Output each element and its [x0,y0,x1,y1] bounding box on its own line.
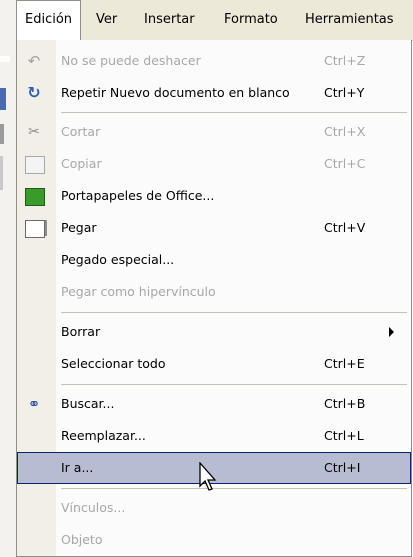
menu-item-replace[interactable]: Reemplazar... Ctrl+L [17,420,411,452]
menu-item-shortcut: Ctrl+I [324,460,361,475]
menu-item-cut[interactable]: ✂ Cortar Ctrl+X [17,116,411,148]
menu-item-label: Pegado especial... [61,252,175,267]
menu-item-office-clipboard[interactable]: Portapapeles de Office... [17,180,411,212]
menu-item-paste-as-hyperlink[interactable]: Pegar como hipervínculo [17,276,411,308]
menu-separator [61,384,407,385]
cut-icon: ✂ [28,124,40,140]
menu-item-undo[interactable]: ↶ No se puede deshacer Ctrl+Z [17,45,411,77]
menu-edicion-label: Edición [25,12,73,27]
background-fragment [0,156,3,190]
menu-item-label: Seleccionar todo [61,356,166,371]
menu-item-shortcut: Ctrl+C [324,156,366,171]
menu-separator [61,112,407,113]
menu-item-shortcut: Ctrl+B [324,396,366,411]
menu-item-label: Ir a... [61,460,94,475]
menu-separator [61,488,407,489]
menu-item-label: Buscar... [61,396,115,411]
menu-herramientas[interactable]: Herramientas [297,0,402,40]
menu-item-redo[interactable]: ↻ Repetir Nuevo documento en blanco Ctrl… [17,77,411,109]
background-fragment [0,88,6,110]
menu-item-label: No se puede deshacer [61,53,201,68]
paste-icon [17,212,56,244]
office-clipboard-icon [17,180,56,212]
menu-item-label: Copiar [61,156,102,171]
menu-item-label: Cortar [61,124,101,139]
menu-item-shortcut: Ctrl+X [324,124,366,139]
menu-item-select-all[interactable]: Seleccionar todo Ctrl+E [17,348,411,380]
menu-item-label: Reemplazar... [61,428,146,443]
menu-item-shortcut: Ctrl+Z [324,53,366,68]
menu-item-paste[interactable]: Pegar Ctrl+V [17,212,411,244]
menu-separator [61,312,407,313]
redo-icon: ↻ [27,83,41,102]
menu-insertar[interactable]: Insertar [136,0,203,40]
menu-bar: Edición Ver Insertar Formato Herramienta… [16,0,413,41]
menu-item-shortcut: Ctrl+V [324,220,366,235]
menu-item-object[interactable]: Objeto [17,524,411,556]
submenu-arrow-icon [389,327,394,337]
menu-ver[interactable]: Ver [88,0,125,40]
background-window-edge [0,0,16,557]
menu-item-label: Portapapeles de Office... [61,188,215,203]
menu-item-label: Repetir Nuevo documento en blanco [61,85,290,100]
menu-item-shortcut: Ctrl+L [324,428,364,443]
undo-icon: ↶ [27,52,41,70]
menu-item-clear[interactable]: Borrar [17,316,411,348]
background-fragment [0,56,10,62]
menu-item-shortcut: Ctrl+Y [324,85,365,100]
menu-ver-label: Ver [96,12,118,27]
menu-edicion[interactable]: Edición [16,0,82,40]
copy-icon [17,148,56,180]
menu-item-find[interactable]: ⚭ Buscar... Ctrl+B [17,388,411,420]
menu-item-shortcut: Ctrl+E [324,356,365,371]
menu-formato-label: Formato [224,12,278,27]
menu-item-label: Vínculos... [61,500,126,515]
menu-formato[interactable]: Formato [216,0,286,40]
menu-item-paste-special[interactable]: Pegado especial... [17,244,411,276]
menu-herramientas-label: Herramientas [305,12,394,27]
menu-item-label: Borrar [61,324,101,339]
mouse-pointer-icon [199,462,217,491]
find-icon: ⚭ [27,395,41,413]
menu-item-label: Objeto [61,532,103,547]
menu-item-label: Pegar como hipervínculo [61,284,216,299]
menu-item-label: Pegar [61,220,97,235]
background-fragment [0,124,4,144]
menu-insertar-label: Insertar [144,12,195,27]
menu-item-copy[interactable]: Copiar Ctrl+C [17,148,411,180]
menu-item-links[interactable]: Vínculos... [17,492,411,524]
